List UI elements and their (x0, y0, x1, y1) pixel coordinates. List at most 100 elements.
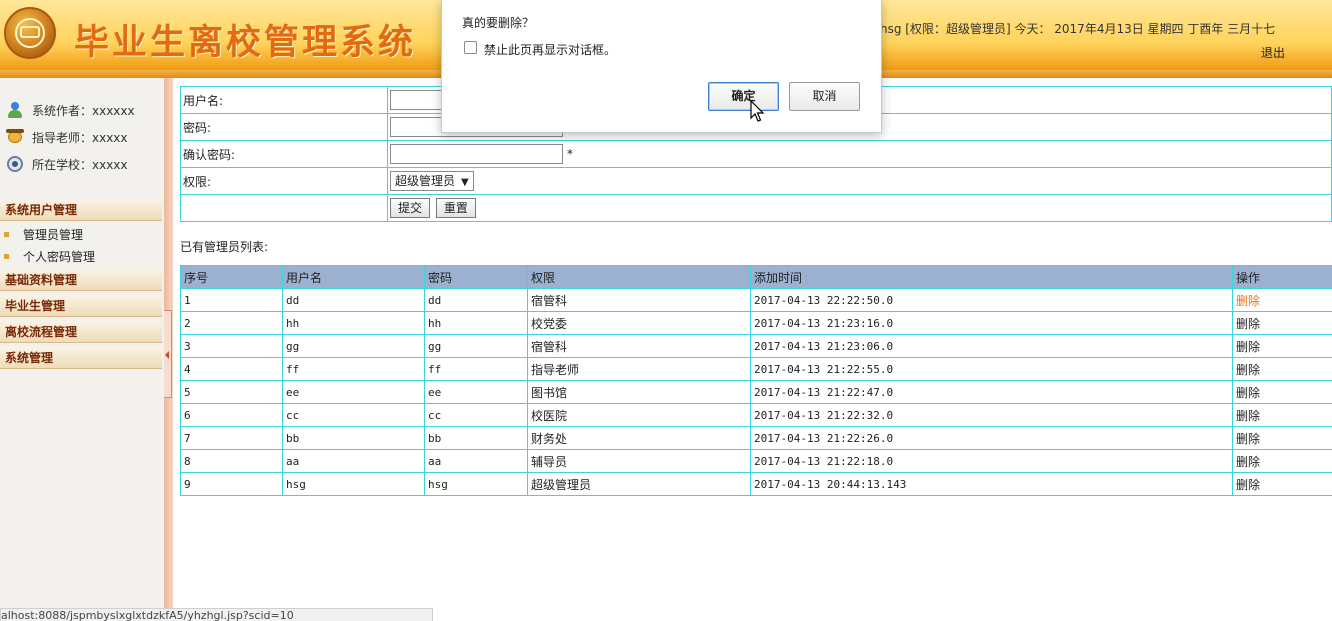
delete-link[interactable]: 删除 (1236, 432, 1260, 446)
confirm-password-cell: * (387, 140, 1332, 168)
cell-password: ee (424, 380, 528, 404)
cell-username: dd (282, 288, 425, 312)
mouse-cursor-icon (750, 100, 765, 122)
dialog-message: 真的要删除？ (462, 16, 535, 30)
cell-action: 删除 (1232, 403, 1332, 427)
role-select[interactable]: 超级管理员 ▼ (390, 171, 474, 191)
sidebar-collapse-toggle[interactable] (164, 310, 172, 398)
cell-added-time: 2017-04-13 21:22:18.0 (750, 449, 1233, 473)
cell-no: 3 (180, 334, 283, 358)
actions-cell: 提交 重置 (387, 194, 1332, 222)
cell-no: 1 (180, 288, 283, 312)
cell-action: 删除 (1232, 288, 1332, 312)
menu-item-label: 管理员管理 (23, 227, 84, 242)
admin-table: 序号 用户名 密码 权限 添加时间 操作 1 dd dd 宿管科 2017-04… (180, 265, 1332, 496)
suppress-dialogs-checkbox[interactable] (464, 41, 477, 54)
cell-username: hh (282, 311, 425, 335)
teacher-icon (6, 128, 24, 146)
confirm-password-input[interactable] (390, 144, 563, 164)
cell-action: 删除 (1232, 380, 1332, 404)
menu-group-leave-process[interactable]: 离校流程管理 (0, 321, 162, 343)
table-row: 9 hsg hsg 超级管理员 2017-04-13 20:44:13.143 … (180, 472, 1332, 496)
admin-list-caption: 已有管理员列表: (180, 240, 269, 254)
menu-group-system-users[interactable]: 系统用户管理 (0, 199, 162, 221)
cell-password: cc (424, 403, 528, 427)
cell-action: 删除 (1232, 426, 1332, 450)
cell-role: 校党委 (527, 311, 751, 335)
school-row: 所在学校：xxxxx (6, 154, 128, 174)
sidebar: 系统作者：xxxxxx 指导老师：xxxxx 所在学校：xxxxx 系统用户管理… (0, 78, 164, 621)
cell-added-time: 2017-04-13 21:23:16.0 (750, 311, 1233, 335)
cell-role: 财务处 (527, 426, 751, 450)
table-body: 1 dd dd 宿管科 2017-04-13 22:22:50.0 删除 2 h… (180, 288, 1332, 496)
teacher-row: 指导老师：xxxxx (6, 127, 128, 147)
logo-icon (4, 7, 56, 59)
cell-role: 超级管理员 (527, 472, 751, 496)
delete-link[interactable]: 删除 (1236, 478, 1260, 492)
password-label: 密码: (180, 113, 388, 141)
delete-link[interactable]: 删除 (1236, 409, 1260, 423)
suppress-dialogs-label[interactable]: 禁止此页再显示对话框。 (484, 41, 616, 58)
col-header-added-time: 添加时间 (750, 265, 1233, 289)
delete-link[interactable]: 删除 (1236, 294, 1260, 308)
cell-role: 宿管科 (527, 334, 751, 358)
confirm-dialog: 真的要删除？ 禁止此页再显示对话框。 确定 取消 (441, 0, 882, 133)
cell-added-time: 2017-04-13 20:44:13.143 (750, 472, 1233, 496)
menu-item-admin-manage[interactable]: 管理员管理 (4, 224, 83, 244)
menu-group-basic-data[interactable]: 基础资料管理 (0, 269, 162, 291)
confirm-cancel-button[interactable]: 取消 (789, 82, 860, 111)
role-label: 权限: (180, 167, 388, 195)
menu-group-graduates[interactable]: 毕业生管理 (0, 295, 162, 317)
actions-label-cell (180, 194, 388, 222)
table-row: 4 ff ff 指导老师 2017-04-13 21:22:55.0 删除 (180, 357, 1332, 381)
cell-action: 删除 (1232, 472, 1332, 496)
cell-username: cc (282, 403, 425, 427)
col-header-username: 用户名 (282, 265, 425, 289)
cell-no: 8 (180, 449, 283, 473)
table-row: 1 dd dd 宿管科 2017-04-13 22:22:50.0 删除 (180, 288, 1332, 312)
delete-link[interactable]: 删除 (1236, 455, 1260, 469)
required-mark: * (567, 146, 573, 161)
cell-password: hsg (424, 472, 528, 496)
cell-no: 4 (180, 357, 283, 381)
reset-button[interactable]: 重置 (435, 198, 476, 218)
table-row: 2 hh hh 校党委 2017-04-13 21:23:16.0 删除 (180, 311, 1332, 335)
confirm-ok-button[interactable]: 确定 (708, 82, 779, 111)
delete-link[interactable]: 删除 (1236, 386, 1260, 400)
cell-no: 6 (180, 403, 283, 427)
cell-action: 删除 (1232, 334, 1332, 358)
form-row-confirm: 确认密码: * (180, 140, 1332, 168)
delete-link[interactable]: 删除 (1236, 363, 1260, 377)
cell-action: 删除 (1232, 449, 1332, 473)
cell-username: bb (282, 426, 425, 450)
cell-password: dd (424, 288, 528, 312)
author-text: 系统作者：xxxxxx (32, 103, 135, 118)
delete-link[interactable]: 删除 (1236, 317, 1260, 331)
cell-action: 删除 (1232, 357, 1332, 381)
browser-status-bar: alhost:8088/jspmbyslxglxtdzkfA5/yhzhgl.j… (0, 608, 433, 621)
cell-password: hh (424, 311, 528, 335)
cell-no: 5 (180, 380, 283, 404)
logout-link[interactable]: 退出 (1261, 44, 1285, 61)
cell-no: 9 (180, 472, 283, 496)
delete-link[interactable]: 删除 (1236, 340, 1260, 354)
cell-added-time: 2017-04-13 22:22:50.0 (750, 288, 1233, 312)
cell-password: bb (424, 426, 528, 450)
cell-added-time: 2017-04-13 21:22:32.0 (750, 403, 1233, 427)
cell-username: hsg (282, 472, 425, 496)
bullet-icon (4, 253, 9, 259)
cell-username: ee (282, 380, 425, 404)
cell-role: 校医院 (527, 403, 751, 427)
col-header-no: 序号 (180, 265, 283, 289)
cell-added-time: 2017-04-13 21:22:55.0 (750, 357, 1233, 381)
table-row: 8 aa aa 辅导员 2017-04-13 21:22:18.0 删除 (180, 449, 1332, 473)
submit-button[interactable]: 提交 (390, 198, 431, 218)
table-row: 5 ee ee 图书馆 2017-04-13 21:22:47.0 删除 (180, 380, 1332, 404)
menu-item-password-manage[interactable]: 个人密码管理 (4, 246, 95, 266)
cell-password: aa (424, 449, 528, 473)
cell-password: ff (424, 357, 528, 381)
col-header-role: 权限 (527, 265, 751, 289)
menu-group-system[interactable]: 系统管理 (0, 347, 162, 369)
dropdown-caret-icon: ▼ (461, 177, 469, 188)
cell-username: ff (282, 357, 425, 381)
